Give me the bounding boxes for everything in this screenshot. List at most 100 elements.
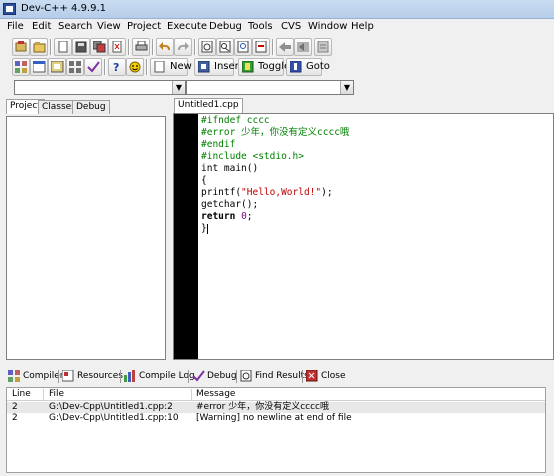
project-icon — [15, 41, 27, 52]
menu-execute[interactable]: Execute — [166, 21, 208, 32]
find-results-icon — [240, 370, 252, 382]
run-button[interactable] — [30, 58, 48, 76]
menu-help[interactable]: Help — [350, 21, 375, 32]
table-row[interactable]: 2 G:\Dev-Cpp\Untitled1.cpp:2 #error 少年，你… — [7, 402, 545, 413]
tab-resources[interactable]: Resources — [60, 368, 126, 385]
close-file-button[interactable] — [108, 38, 126, 56]
chevron-down-icon[interactable]: ▼ — [340, 81, 353, 94]
toggle-bookmark-button[interactable]: Toggle — [238, 58, 290, 76]
code-editor[interactable]: #ifndef cccc #error 少年，你没有定义cccc哦 #endif… — [173, 113, 554, 360]
compiler-messages-grid[interactable]: Line File Message 2 G:\Dev-Cpp\Untitled1… — [6, 387, 546, 473]
save-all-button[interactable] — [90, 38, 108, 56]
tab-debug[interactable]: Debug — [72, 100, 110, 114]
redo-icon — [178, 42, 189, 50]
tab-compile-log-label: Compile Log — [139, 371, 195, 381]
menu-file[interactable]: File — [6, 21, 25, 32]
menu-window[interactable]: Window — [307, 21, 348, 32]
save-all-icon — [93, 41, 106, 53]
goto-line-icon — [255, 41, 267, 53]
rebuild-all-button[interactable] — [66, 58, 84, 76]
undo-button[interactable] — [156, 38, 174, 56]
menu-project[interactable]: Project — [126, 21, 162, 32]
find-next-icon — [237, 41, 249, 53]
bar-chart-icon — [124, 370, 135, 382]
column-header-line[interactable]: Line — [12, 389, 31, 399]
code-line: #error 少年，你没有定义cccc哦 — [201, 127, 350, 138]
tab-find-results[interactable]: Find Results — [238, 368, 312, 385]
menu-bar: File Edit Search View Project Execute De… — [0, 19, 554, 35]
question-mark-icon: ? — [113, 61, 119, 73]
smiley-icon — [129, 61, 141, 73]
column-header-message[interactable]: Message — [196, 389, 235, 399]
project-button[interactable] — [12, 38, 30, 56]
compile-button[interactable] — [12, 58, 30, 76]
class-combo[interactable]: ▼ — [14, 80, 186, 95]
tab-debug-output[interactable]: Debug — [190, 368, 240, 385]
open-folder-icon — [33, 42, 46, 53]
output-tabs: Compiler Resources Compile Log Debug Fin… — [0, 366, 554, 386]
project-explorer-panel[interactable] — [6, 116, 166, 360]
find-next-button[interactable] — [234, 38, 252, 56]
menu-search[interactable]: Search — [57, 21, 93, 32]
chevron-down-icon[interactable]: ▼ — [172, 81, 185, 94]
forward-button[interactable] — [294, 38, 312, 56]
menu-debug[interactable]: Debug — [208, 21, 243, 32]
toolbar-separator — [272, 39, 274, 55]
tab-close[interactable]: Close — [304, 368, 349, 385]
toolbar-separator — [152, 39, 154, 55]
code-string: "Hello,World!" — [241, 187, 322, 198]
code-token: ; — [246, 211, 253, 222]
cell-message: [Warning] no newline at end of file — [196, 413, 352, 423]
replace-button[interactable] — [216, 38, 234, 56]
editor-gutter[interactable] — [174, 114, 198, 359]
redo-button[interactable] — [174, 38, 192, 56]
about-button[interactable] — [126, 58, 144, 76]
new-button[interactable]: New — [150, 58, 192, 76]
code-line: getchar(); — [201, 199, 259, 210]
remove-button[interactable] — [314, 38, 332, 56]
tab-resources-label: Resources — [77, 371, 123, 381]
new-file-icon — [58, 41, 68, 53]
compile-run-button[interactable] — [48, 58, 66, 76]
print-button[interactable] — [132, 38, 150, 56]
arrow-left-icon — [279, 42, 291, 52]
tab-separator — [120, 370, 121, 383]
menu-view[interactable]: View — [96, 21, 122, 32]
replace-icon — [219, 41, 231, 53]
print-icon — [135, 41, 148, 51]
compile-grid-icon — [15, 61, 27, 73]
open-project-button[interactable] — [30, 38, 48, 56]
tab-separator — [236, 370, 237, 383]
code-line: #include <stdio.h> — [201, 151, 304, 162]
column-divider[interactable] — [43, 389, 44, 400]
devcpp-app-icon — [3, 3, 16, 15]
insert-button[interactable]: Insert — [194, 58, 243, 76]
member-combo[interactable]: ▼ — [186, 80, 354, 95]
tab-compile-log[interactable]: Compile Log — [122, 368, 198, 385]
tab-find-results-label: Find Results — [255, 371, 309, 381]
toolbar-separator — [194, 39, 196, 55]
goto-line-button[interactable] — [252, 38, 270, 56]
toolbar-separator — [104, 59, 106, 75]
undo-icon — [159, 42, 170, 50]
back-button[interactable] — [276, 38, 294, 56]
tab-separator — [302, 370, 303, 383]
menu-cvs[interactable]: CVS — [280, 21, 302, 32]
tab-debug-label: Debug — [207, 371, 237, 381]
tab-untitled1-cpp[interactable]: Untitled1.cpp — [174, 98, 243, 113]
menu-edit[interactable]: Edit — [31, 21, 52, 32]
column-header-file[interactable]: File — [49, 389, 64, 399]
find-button[interactable] — [198, 38, 216, 56]
menu-tools[interactable]: Tools — [247, 21, 274, 32]
table-row[interactable]: 2 G:\Dev-Cpp\Untitled1.cpp:10 [Warning] … — [7, 413, 545, 424]
code-line: #ifndef cccc — [201, 115, 270, 126]
code-area[interactable]: #ifndef cccc #error 少年，你没有定义cccc哦 #endif… — [201, 115, 551, 235]
save-button[interactable] — [72, 38, 90, 56]
goto-bookmark-button[interactable]: Goto — [286, 58, 330, 76]
column-divider[interactable] — [191, 389, 192, 400]
toolbar-separator — [128, 39, 130, 55]
list-icon — [317, 41, 329, 53]
new-file-button[interactable] — [54, 38, 72, 56]
debug-button[interactable] — [84, 58, 102, 76]
help-button[interactable]: ? — [108, 58, 126, 76]
